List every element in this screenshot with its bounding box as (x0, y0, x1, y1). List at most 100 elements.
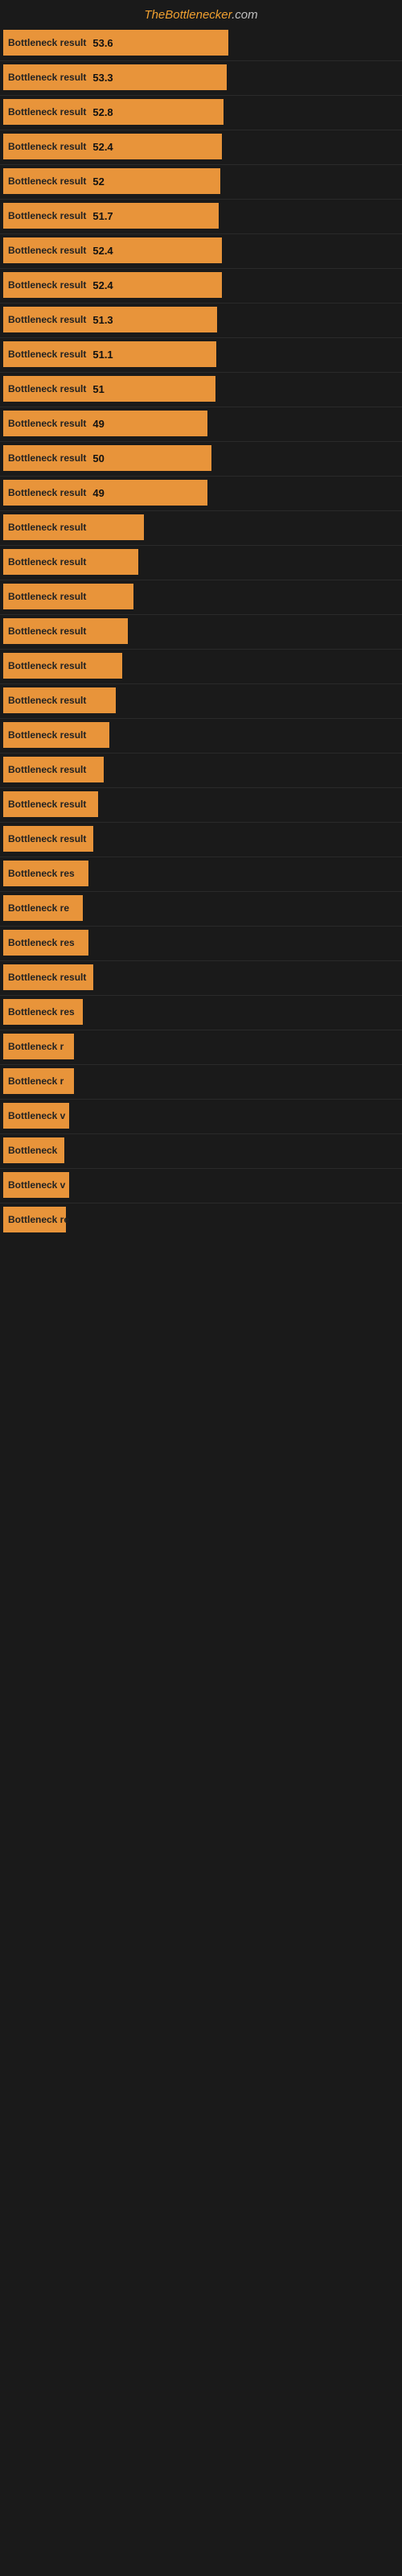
bar: Bottleneck result (3, 514, 144, 540)
bar-row: Bottleneck result (0, 615, 402, 647)
bar: Bottleneck result (3, 791, 98, 817)
bar-label: Bottleneck result (3, 695, 91, 706)
bar-row: Bottleneck result (0, 788, 402, 820)
bar: Bottleneck result (3, 549, 138, 575)
bar-row: Bottleneck result (0, 580, 402, 613)
bar: Bottleneck r (3, 1034, 74, 1059)
bar-label: Bottleneck result (3, 279, 91, 291)
bar-value: 52.4 (91, 141, 113, 153)
bar: Bottleneck result51.3 (3, 307, 217, 332)
bar-row: Bottleneck re (0, 1203, 402, 1236)
bar: Bottleneck result52.4 (3, 134, 222, 159)
bar: Bottleneck result49 (3, 411, 207, 436)
bar-label: Bottleneck result (3, 72, 91, 83)
bar-row: Bottleneck res (0, 927, 402, 959)
bar-row: Bottleneck result (0, 719, 402, 751)
bar-row: Bottleneck result53.3 (0, 61, 402, 93)
bar: Bottleneck result (3, 757, 104, 782)
bar-row: Bottleneck result49 (0, 477, 402, 509)
bar: Bottleneck result (3, 618, 128, 644)
bar-label: Bottleneck result (3, 660, 91, 671)
bar-label: Bottleneck result (3, 522, 91, 533)
bar-row: Bottleneck result52.4 (0, 130, 402, 163)
bar-row: Bottleneck result51.3 (0, 303, 402, 336)
bar: Bottleneck res (3, 861, 88, 886)
bar: Bottleneck result49 (3, 480, 207, 506)
bar-value: 52.4 (91, 245, 113, 257)
bar: Bottleneck res (3, 999, 83, 1025)
bar: Bottleneck result (3, 826, 93, 852)
bar-label: Bottleneck v (3, 1179, 70, 1191)
bar: Bottleneck result52.4 (3, 272, 222, 298)
bar-label: Bottleneck result (3, 729, 91, 741)
bar-label: Bottleneck result (3, 799, 91, 810)
bar-row: Bottleneck result (0, 823, 402, 855)
bar-row: Bottleneck r (0, 1030, 402, 1063)
bar: Bottleneck result51 (3, 376, 215, 402)
bar-row: Bottleneck result (0, 684, 402, 716)
bar-row: Bottleneck v (0, 1169, 402, 1201)
bar-row: Bottleneck (0, 1134, 402, 1166)
bar-chart: Bottleneck result53.6Bottleneck result53… (0, 27, 402, 1236)
bar-row: Bottleneck result (0, 511, 402, 543)
bar-label: Bottleneck result (3, 487, 91, 498)
bar: Bottleneck result53.3 (3, 64, 227, 90)
bar-row: Bottleneck v (0, 1100, 402, 1132)
bar-value: 52.4 (91, 279, 113, 291)
bar-row: Bottleneck re (0, 892, 402, 924)
bar: Bottleneck (3, 1137, 64, 1163)
bar-label: Bottleneck result (3, 349, 91, 360)
bar-label: Bottleneck result (3, 37, 91, 48)
bar-row: Bottleneck result51.7 (0, 200, 402, 232)
bar: Bottleneck r (3, 1068, 74, 1094)
bar-row: Bottleneck result52.4 (0, 269, 402, 301)
bar-row: Bottleneck result49 (0, 407, 402, 440)
bar-row: Bottleneck result (0, 650, 402, 682)
bar-label: Bottleneck result (3, 383, 91, 394)
bar: Bottleneck result51.1 (3, 341, 216, 367)
bar: Bottleneck v (3, 1103, 69, 1129)
bar-label: Bottleneck result (3, 833, 91, 844)
bar: Bottleneck result (3, 584, 133, 609)
bar-label: Bottleneck result (3, 245, 91, 256)
bar-value: 51.3 (91, 314, 113, 326)
bar-label: Bottleneck result (3, 418, 91, 429)
bar-label: Bottleneck re (3, 902, 74, 914)
bar-row: Bottleneck res (0, 996, 402, 1028)
brand-name: TheBottlenecker.com (144, 8, 257, 22)
bar: Bottleneck result52 (3, 168, 220, 194)
bar-value: 52 (91, 175, 104, 188)
bar-value: 51 (91, 383, 104, 395)
bar-label: Bottleneck result (3, 591, 91, 602)
bar: Bottleneck result50 (3, 445, 211, 471)
bar-label: Bottleneck v (3, 1110, 70, 1121)
bar-row: Bottleneck res (0, 857, 402, 890)
bar: Bottleneck result (3, 964, 93, 990)
bar-label: Bottleneck result (3, 556, 91, 568)
bar-row: Bottleneck result51.1 (0, 338, 402, 370)
bar: Bottleneck re (3, 1207, 66, 1232)
bar-label: Bottleneck res (3, 937, 80, 948)
bar-label: Bottleneck result (3, 314, 91, 325)
bar: Bottleneck res (3, 930, 88, 956)
bar-label: Bottleneck (3, 1145, 62, 1156)
bar: Bottleneck result52.4 (3, 237, 222, 263)
bar: Bottleneck result51.7 (3, 203, 219, 229)
bar-value: 50 (91, 452, 104, 464)
bar-label: Bottleneck result (3, 972, 91, 983)
bar-label: Bottleneck r (3, 1075, 68, 1087)
bar-row: Bottleneck result (0, 961, 402, 993)
bar-label: Bottleneck result (3, 764, 91, 775)
bar-label: Bottleneck res (3, 868, 80, 879)
bar-row: Bottleneck result52.8 (0, 96, 402, 128)
bar-value: 53.6 (91, 37, 113, 49)
bar: Bottleneck result53.6 (3, 30, 228, 56)
bar-label: Bottleneck result (3, 452, 91, 464)
bar-label: Bottleneck r (3, 1041, 68, 1052)
bar-label: Bottleneck result (3, 141, 91, 152)
bar-row: Bottleneck result52 (0, 165, 402, 197)
bar-row: Bottleneck result (0, 753, 402, 786)
bar-row: Bottleneck result51 (0, 373, 402, 405)
bar-value: 51.7 (91, 210, 113, 222)
bar: Bottleneck result (3, 687, 116, 713)
